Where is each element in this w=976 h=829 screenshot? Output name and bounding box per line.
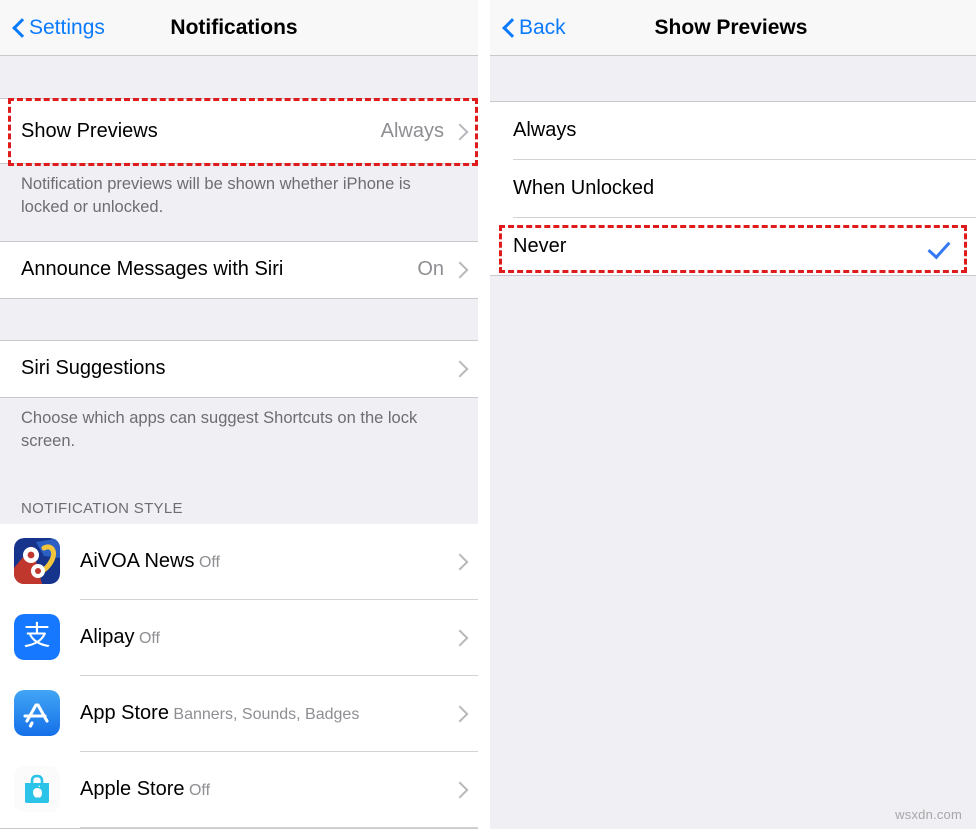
show-previews-footnote: Notification previews will be shown whet… [0, 164, 478, 232]
option-row-never[interactable]: Never [490, 218, 976, 275]
announce-messages-value: On [417, 258, 444, 281]
app-name: App Store [80, 701, 169, 724]
app-status: Off [138, 629, 160, 647]
option-row-always[interactable]: Always [490, 102, 976, 159]
right-navigation-bar: Back Show Previews [490, 0, 976, 56]
checkmark-icon [926, 235, 950, 259]
svg-text:支: 支 [24, 621, 51, 652]
show-previews-value: Always [380, 119, 444, 142]
aivoa-news-app-icon [14, 538, 60, 585]
show-previews-screen: Back Show Previews Always When Unlocked … [490, 0, 976, 829]
chevron-left-icon [13, 18, 24, 37]
app-row-aivoa-news[interactable]: AiVOA News Off [0, 523, 478, 599]
app-status: Banners, Sounds, Badges [173, 705, 360, 723]
apple-store-app-icon [14, 766, 60, 813]
option-label: Never [513, 235, 567, 257]
back-to-settings-button[interactable]: Settings [13, 16, 105, 40]
siri-suggestions-label: Siri Suggestions [21, 357, 166, 380]
watermark: wsxdn.com [895, 807, 962, 822]
option-label: Always [513, 119, 577, 141]
group-spacer-1 [0, 231, 478, 241]
top-spacer [490, 56, 976, 101]
chevron-right-icon [454, 261, 464, 278]
app-text-aivoa-news: AiVOA News Off [80, 549, 454, 574]
notifications-settings-screen: Settings Notifications Show Previews Alw… [0, 0, 478, 829]
option-row-when-unlocked[interactable]: When Unlocked [490, 160, 976, 217]
siri-suggestions-row[interactable]: Siri Suggestions [0, 340, 478, 397]
app-row-alipay[interactable]: 支 Alipay Off [0, 599, 478, 675]
back-button[interactable]: Back [503, 16, 566, 40]
app-status: Off [188, 781, 211, 799]
chevron-right-icon [454, 781, 464, 798]
show-previews-options-group: Always When Unlocked Never [490, 101, 976, 276]
chevron-right-icon [454, 360, 464, 377]
app-text-app-store: App Store Banners, Sounds, Badges [80, 701, 454, 726]
app-row-apple-store[interactable]: Apple Store Off [0, 751, 478, 827]
group-spacer-3 [0, 465, 478, 492]
siri-suggestions-footnote: Choose which apps can suggest Shortcuts … [0, 397, 478, 466]
list-divider [80, 826, 478, 828]
notification-style-app-list: AiVOA News Off 支 Alipay Off App Store Ba… [0, 523, 478, 829]
alipay-app-icon: 支 [14, 614, 60, 661]
app-row-app-store[interactable]: App Store Banners, Sounds, Badges [0, 675, 478, 751]
chevron-left-icon [503, 18, 514, 37]
chevron-right-icon [454, 123, 464, 140]
group-spacer-2 [0, 298, 478, 340]
left-navigation-bar: Settings Notifications [0, 0, 478, 56]
app-store-app-icon [14, 690, 60, 737]
back-button-label: Back [519, 15, 566, 39]
show-previews-row[interactable]: Show Previews Always [0, 99, 478, 163]
app-name: Apple Store [80, 777, 185, 800]
siri-suggestions-group: Siri Suggestions [0, 339, 478, 398]
announce-messages-group: Announce Messages with Siri On [0, 240, 478, 299]
show-previews-label: Show Previews [21, 119, 158, 142]
chevron-right-icon [454, 629, 464, 646]
option-label: When Unlocked [513, 177, 655, 199]
notification-style-header: NOTIFICATION STYLE [0, 491, 478, 524]
back-button-label: Settings [29, 15, 105, 39]
app-name: AiVOA News [80, 549, 195, 572]
app-name: Alipay [80, 625, 135, 648]
chevron-right-icon [454, 705, 464, 722]
chevron-right-icon [454, 553, 464, 570]
screen-separator [478, 0, 490, 829]
announce-messages-row[interactable]: Announce Messages with Siri On [0, 241, 478, 298]
app-text-alipay: Alipay Off [80, 625, 454, 650]
top-spacer [0, 56, 478, 98]
announce-messages-label: Announce Messages with Siri [21, 258, 284, 281]
dual-screenshot-container: Settings Notifications Show Previews Alw… [0, 0, 976, 829]
app-status: Off [198, 553, 220, 571]
show-previews-group: Show Previews Always [0, 98, 478, 164]
app-text-apple-store: Apple Store Off [80, 777, 454, 802]
